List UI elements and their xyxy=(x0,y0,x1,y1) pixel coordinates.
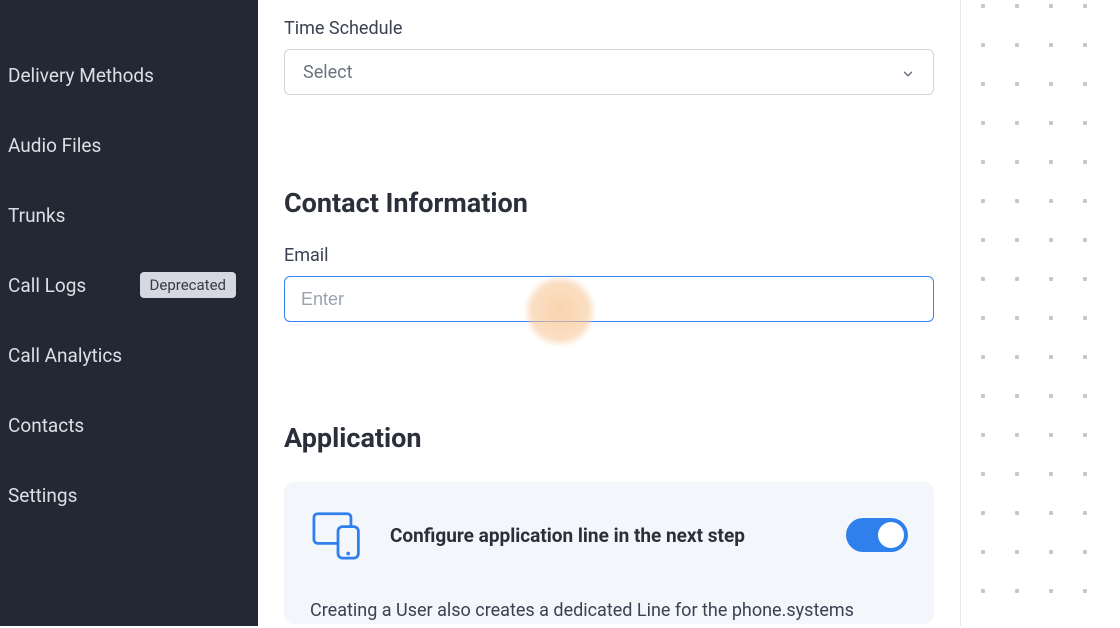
contact-information-heading: Contact Information xyxy=(284,187,934,219)
devices-icon xyxy=(310,510,366,560)
application-card-title: Configure application line in the next s… xyxy=(390,524,846,547)
sidebar-item-label: Call Logs xyxy=(8,274,86,297)
sidebar-item-label: Contacts xyxy=(8,414,84,437)
toggle-knob xyxy=(878,522,904,548)
time-schedule-select[interactable]: Select xyxy=(284,49,934,95)
email-label: Email xyxy=(284,245,934,266)
sidebar-item-label: Delivery Methods xyxy=(8,64,154,87)
sidebar-item-label: Settings xyxy=(8,484,77,507)
application-heading: Application xyxy=(284,422,934,454)
application-card-header: Configure application line in the next s… xyxy=(310,510,908,560)
select-placeholder: Select xyxy=(303,62,352,83)
sidebar-item-call-logs[interactable]: Call Logs Deprecated xyxy=(0,250,258,320)
application-card: Configure application line in the next s… xyxy=(284,482,934,624)
chevron-down-icon xyxy=(901,65,915,79)
sidebar-item-contacts[interactable]: Contacts xyxy=(0,390,258,460)
main-content: Time Schedule Select Contact Information… xyxy=(258,0,960,626)
sidebar-item-settings[interactable]: Settings xyxy=(0,460,258,530)
application-card-description: Creating a User also creates a dedicated… xyxy=(310,598,908,624)
right-decorative-panel xyxy=(960,0,1120,626)
sidebar-item-label: Call Analytics xyxy=(8,344,122,367)
configure-app-line-toggle[interactable] xyxy=(846,518,908,552)
sidebar: Delivery Methods Audio Files Trunks Call… xyxy=(0,0,258,626)
email-field[interactable] xyxy=(284,276,934,322)
time-schedule-label: Time Schedule xyxy=(284,18,934,39)
sidebar-item-audio-files[interactable]: Audio Files xyxy=(0,110,258,180)
sidebar-item-call-analytics[interactable]: Call Analytics xyxy=(0,320,258,390)
dot-grid-decoration xyxy=(981,4,1117,628)
deprecated-badge: Deprecated xyxy=(140,272,236,298)
sidebar-item-label: Trunks xyxy=(8,204,65,227)
sidebar-item-trunks[interactable]: Trunks xyxy=(0,180,258,250)
sidebar-item-delivery-methods[interactable]: Delivery Methods xyxy=(0,40,258,110)
sidebar-item-label: Audio Files xyxy=(8,134,101,157)
